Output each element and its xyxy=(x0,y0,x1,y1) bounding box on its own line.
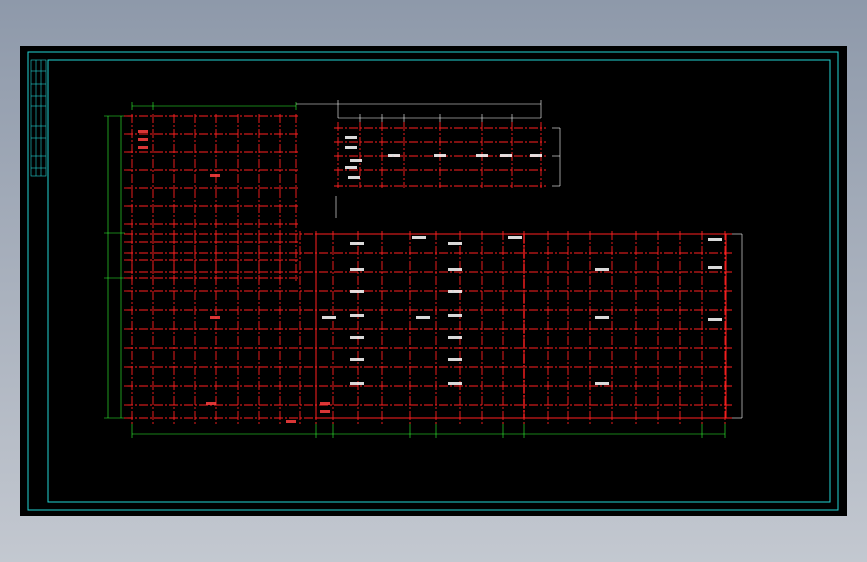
room-labels xyxy=(138,130,722,423)
drawing-frame xyxy=(27,51,839,511)
annotation-mark xyxy=(350,382,364,385)
red-annotation-mark xyxy=(138,130,148,133)
annotation-mark xyxy=(350,358,364,361)
annotation-mark xyxy=(448,382,462,385)
red-annotation-mark xyxy=(210,316,220,319)
annotation-mark xyxy=(448,336,462,339)
floor-plan-drawing xyxy=(27,51,839,511)
annotation-mark xyxy=(708,266,722,269)
annex-dimension-lines xyxy=(296,100,743,419)
annotation-mark xyxy=(448,242,462,245)
cad-viewport[interactable] xyxy=(20,46,847,516)
annotation-mark xyxy=(345,136,357,139)
annotation-mark xyxy=(348,176,360,179)
annotation-mark xyxy=(412,236,426,239)
annotation-mark xyxy=(595,382,609,385)
annotation-mark xyxy=(448,290,462,293)
annotation-mark xyxy=(708,238,722,241)
annotation-mark xyxy=(476,154,488,157)
structural-grid xyxy=(124,114,732,424)
red-annotation-mark xyxy=(320,410,330,413)
annotation-mark xyxy=(448,314,462,317)
annotation-mark xyxy=(350,159,362,162)
annotation-mark xyxy=(448,268,462,271)
red-annotation-mark xyxy=(320,402,330,405)
annotation-mark xyxy=(434,154,446,157)
annotation-mark xyxy=(345,166,357,169)
annotation-mark xyxy=(345,146,357,149)
red-annotation-mark xyxy=(286,420,296,423)
annotation-mark xyxy=(350,242,364,245)
annotation-mark xyxy=(448,358,462,361)
red-annotation-mark xyxy=(138,138,148,141)
annotation-mark xyxy=(350,314,364,317)
annotation-mark xyxy=(350,290,364,293)
annotation-mark xyxy=(595,268,609,271)
annotation-mark xyxy=(530,154,542,157)
dimension-lines xyxy=(104,102,726,438)
title-block xyxy=(30,59,47,177)
annotation-mark xyxy=(500,154,512,157)
red-annotation-mark xyxy=(206,402,216,405)
annotation-mark xyxy=(322,316,336,319)
annotation-mark xyxy=(350,336,364,339)
annotation-mark xyxy=(416,316,430,319)
building-outline xyxy=(315,233,727,419)
red-annotation-mark xyxy=(138,146,148,149)
annotation-mark xyxy=(388,154,400,157)
annotation-mark xyxy=(595,316,609,319)
annotation-mark xyxy=(708,318,722,321)
annotation-mark xyxy=(350,268,364,271)
red-annotation-mark xyxy=(210,174,220,177)
annotation-mark xyxy=(508,236,522,239)
